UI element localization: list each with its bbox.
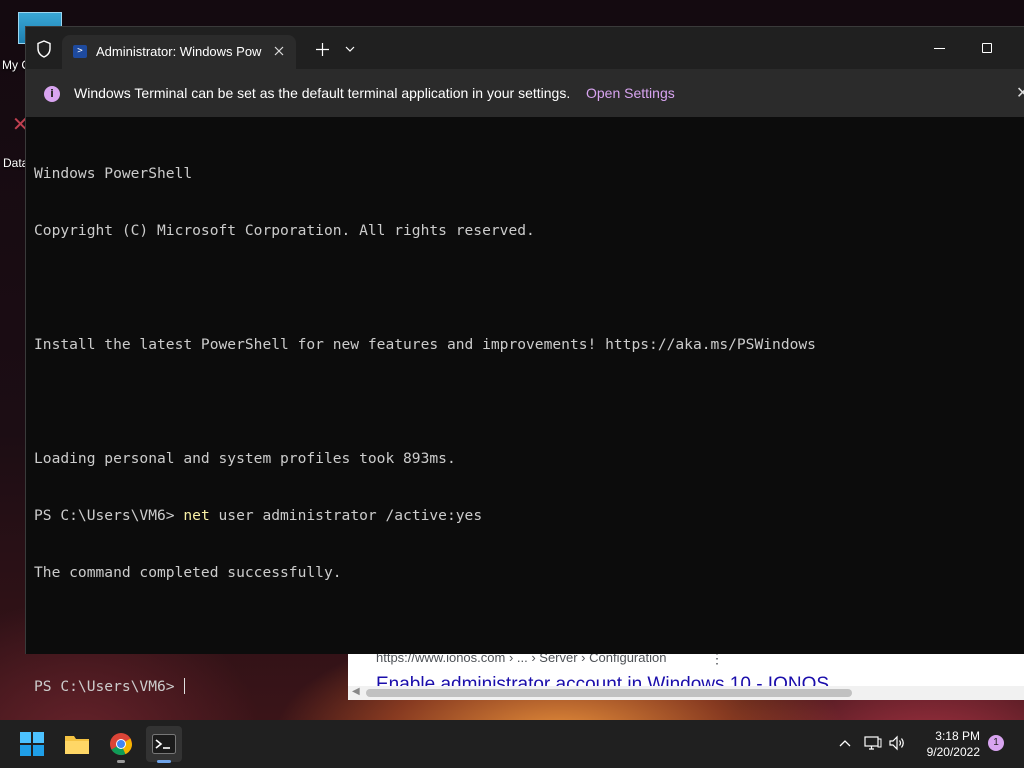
tab-title: Administrator: Windows PowerShell xyxy=(96,44,262,59)
chrome-icon xyxy=(110,733,133,756)
minimize-icon xyxy=(933,47,945,49)
default-terminal-infobar: i Windows Terminal can be set as the def… xyxy=(26,69,1024,117)
console-line: Copyright (C) Microsoft Corporation. All… xyxy=(34,222,535,239)
console-line: Loading personal and system profiles too… xyxy=(34,450,456,467)
chrome-button[interactable] xyxy=(103,726,139,763)
open-settings-link[interactable]: Open Settings xyxy=(586,85,675,101)
prompt: PS C:\Users\VM6> xyxy=(34,678,184,695)
taskbar: 3:18 PM 9/20/2022 1 xyxy=(0,720,1024,768)
prompt: PS C:\Users\VM6> xyxy=(34,507,184,524)
infobar-message: Windows Terminal can be set as the defau… xyxy=(74,85,571,101)
infobar-close-icon[interactable]: ✕ xyxy=(1016,83,1024,103)
maximize-button[interactable] xyxy=(970,37,1004,59)
command-line: PS C:\Users\VM6> net user administrator … xyxy=(34,506,1014,525)
shield-icon xyxy=(34,39,54,59)
console-line: Windows PowerShell xyxy=(34,165,193,182)
maximize-icon xyxy=(982,43,992,53)
notification-badge[interactable]: 1 xyxy=(988,735,1004,751)
tab-close-button[interactable] xyxy=(269,40,289,62)
console-output[interactable]: Windows PowerShell Copyright (C) Microso… xyxy=(34,126,1014,695)
terminal-titlebar[interactable]: > Administrator: Windows PowerShell xyxy=(26,27,1024,69)
tab-powershell[interactable]: > Administrator: Windows PowerShell xyxy=(62,35,296,69)
powershell-icon: > xyxy=(73,45,87,58)
clock[interactable]: 3:18 PM 9/20/2022 xyxy=(914,728,980,760)
folder-icon xyxy=(65,736,89,754)
volume-icon[interactable] xyxy=(888,734,906,752)
command-keyword: net xyxy=(183,507,210,524)
clock-time: 3:18 PM xyxy=(935,729,980,743)
command-result: The command completed successfully. xyxy=(34,564,342,581)
network-icon[interactable] xyxy=(864,734,882,752)
info-icon: i xyxy=(44,86,60,102)
active-prompt-line[interactable]: PS C:\Users\VM6> xyxy=(34,677,1014,696)
terminal-button[interactable] xyxy=(146,726,182,763)
chevron-down-icon[interactable] xyxy=(340,39,360,59)
start-button[interactable] xyxy=(14,726,50,762)
clock-date: 9/20/2022 xyxy=(926,745,980,759)
text-cursor xyxy=(184,678,186,694)
new-tab-button[interactable] xyxy=(312,39,332,59)
show-hidden-icons-chevron-up-icon[interactable] xyxy=(838,734,854,752)
command-args: user administrator /active:yes xyxy=(209,507,483,524)
file-explorer-button[interactable] xyxy=(59,726,95,762)
console-line: Install the latest PowerShell for new fe… xyxy=(34,336,816,353)
windows-logo-icon xyxy=(20,732,44,756)
minimize-button[interactable] xyxy=(922,37,956,59)
terminal-window[interactable]: > Administrator: Windows PowerShell i Wi… xyxy=(25,26,1024,695)
terminal-icon xyxy=(152,734,176,754)
running-indicator xyxy=(157,760,171,763)
running-indicator xyxy=(117,760,125,763)
